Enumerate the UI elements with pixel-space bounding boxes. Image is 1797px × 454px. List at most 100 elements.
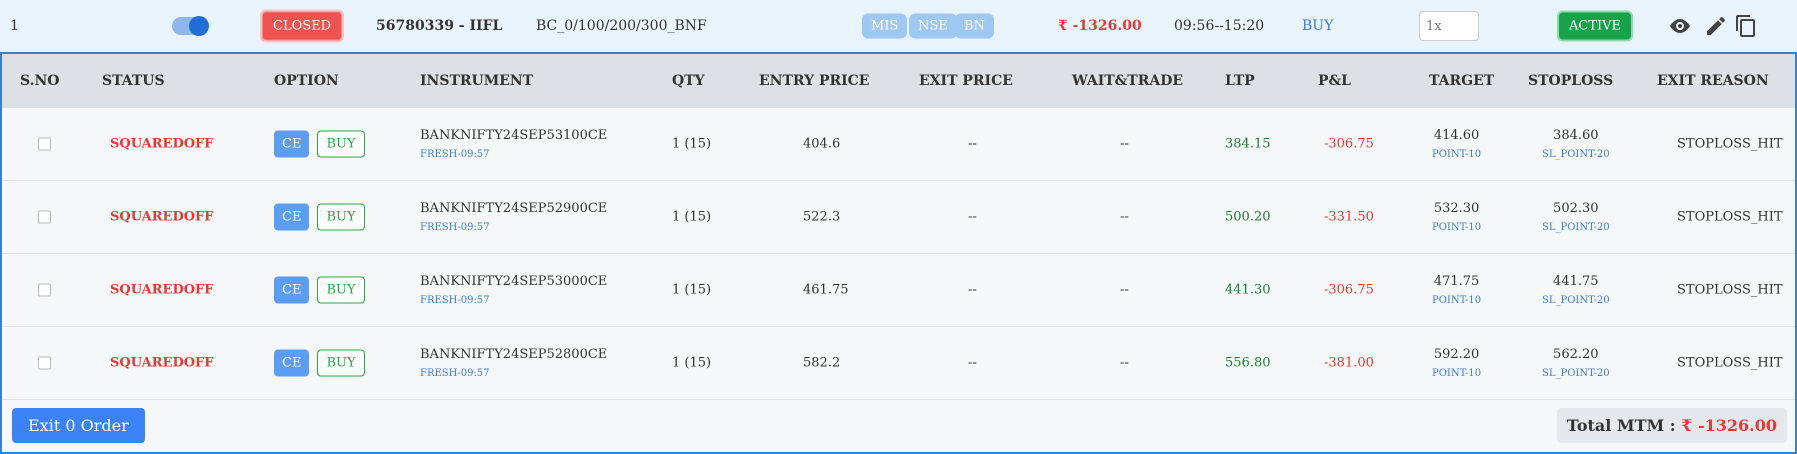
ce-button[interactable]: CE bbox=[274, 349, 310, 377]
header-option: OPTION bbox=[274, 73, 339, 89]
header-pnl: P&L bbox=[1318, 73, 1352, 89]
ltp-cell: 441.30 bbox=[1225, 282, 1271, 298]
tag-bn: BN bbox=[955, 13, 994, 39]
eye-icon[interactable] bbox=[1668, 14, 1692, 38]
status-badge: SQUAREDOFF bbox=[110, 282, 214, 298]
header-entry-price: ENTRY PRICE bbox=[759, 73, 870, 89]
instrument-cell: BANKNIFTY24SEP52900CE FRESH-09:57 bbox=[420, 201, 607, 233]
buy-button[interactable]: BUY bbox=[317, 203, 365, 231]
stoploss-value: 562.20 bbox=[1553, 347, 1599, 362]
time-range: 09:56--15:20 bbox=[1174, 18, 1265, 34]
strategy-name: BC_0/100/200/300_BNF bbox=[536, 18, 707, 34]
entry-price-cell: 461.75 bbox=[803, 282, 849, 298]
header-instrument: INSTRUMENT bbox=[420, 73, 534, 89]
copy-icon[interactable] bbox=[1734, 14, 1758, 38]
exit-reason-cell: STOPLOSS_HIT bbox=[1677, 355, 1783, 371]
edit-icon[interactable] bbox=[1704, 14, 1728, 38]
tag-mis: MIS bbox=[862, 13, 908, 39]
instrument-sub: FRESH-09:57 bbox=[420, 149, 490, 160]
entry-price-cell: 582.2 bbox=[803, 355, 841, 371]
qty-cell: 1 (15) bbox=[672, 136, 712, 152]
target-value: 414.60 bbox=[1433, 128, 1480, 143]
header-exit-reason: EXIT REASON bbox=[1657, 73, 1769, 89]
stoploss-sub: SL_POINT-20 bbox=[1542, 222, 1610, 233]
instrument-name: BANKNIFTY24SEP53000CE bbox=[420, 274, 608, 289]
row-checkbox[interactable] bbox=[38, 137, 51, 151]
buy-button[interactable]: BUY bbox=[317, 130, 365, 158]
row-checkbox[interactable] bbox=[38, 283, 51, 297]
pnl-cell: -331.50 bbox=[1324, 209, 1374, 225]
instrument-sub: FRESH-09:57 bbox=[420, 295, 490, 306]
header-target: TARGET bbox=[1429, 73, 1495, 89]
ce-button[interactable]: CE bbox=[274, 130, 310, 158]
account-label: 56780339 - IIFL bbox=[376, 18, 503, 34]
total-mtm-value: ₹ -1326.00 bbox=[1681, 416, 1777, 435]
qty-cell: 1 (15) bbox=[672, 355, 712, 371]
buy-button[interactable]: BUY bbox=[317, 276, 365, 304]
strategy-pnl: ₹ -1326.00 bbox=[1058, 18, 1142, 34]
target-cell: 592.20 POINT-10 bbox=[1432, 347, 1481, 379]
option-group: CE BUY bbox=[274, 203, 365, 231]
table-footer: Exit 0 Order Total MTM : ₹ -1326.00 bbox=[2, 400, 1795, 454]
header-stoploss: STOPLOSS bbox=[1528, 73, 1614, 89]
buy-button[interactable]: BUY bbox=[317, 349, 365, 377]
ce-button[interactable]: CE bbox=[274, 203, 310, 231]
wait-trade-cell: -- bbox=[1120, 282, 1129, 298]
target-value: 532.30 bbox=[1433, 201, 1480, 216]
exit-price-cell: -- bbox=[968, 209, 977, 225]
exit-price-cell: -- bbox=[968, 355, 977, 371]
wait-trade-cell: -- bbox=[1120, 136, 1129, 152]
table-row: SQUAREDOFF CE BUY BANKNIFTY24SEP53100CE … bbox=[2, 108, 1795, 181]
table-row: SQUAREDOFF CE BUY BANKNIFTY24SEP52900CE … bbox=[2, 181, 1795, 254]
entry-price-cell: 404.6 bbox=[803, 136, 841, 152]
total-mtm: Total MTM : ₹ -1326.00 bbox=[1556, 408, 1787, 443]
instrument-name: BANKNIFTY24SEP53100CE bbox=[420, 128, 608, 143]
total-mtm-label: Total MTM : bbox=[1566, 416, 1676, 435]
strategy-toggle[interactable] bbox=[172, 16, 209, 36]
stoploss-cell: 562.20 SL_POINT-20 bbox=[1542, 347, 1610, 379]
table-header: S.NO STATUS OPTION INSTRUMENT QTY ENTRY … bbox=[2, 54, 1795, 108]
row-checkbox[interactable] bbox=[38, 210, 51, 224]
target-sub: POINT-10 bbox=[1432, 149, 1482, 160]
exit-price-cell: -- bbox=[968, 136, 977, 152]
row-checkbox[interactable] bbox=[38, 356, 51, 370]
table-row: SQUAREDOFF CE BUY BANKNIFTY24SEP52800CE … bbox=[2, 327, 1795, 400]
header-wait-trade: WAIT&TRADE bbox=[1072, 73, 1184, 89]
active-button[interactable]: ACTIVE bbox=[1559, 12, 1632, 40]
instrument-name: BANKNIFTY24SEP52900CE bbox=[420, 201, 608, 216]
table-row: SQUAREDOFF CE BUY BANKNIFTY24SEP53000CE … bbox=[2, 254, 1795, 327]
exit-reason-cell: STOPLOSS_HIT bbox=[1677, 209, 1783, 225]
stoploss-sub: SL_POINT-20 bbox=[1542, 149, 1610, 160]
toggle-knob bbox=[189, 16, 209, 36]
option-group: CE BUY bbox=[274, 349, 365, 377]
multiplier-input[interactable] bbox=[1419, 11, 1479, 41]
wait-trade-cell: -- bbox=[1120, 355, 1129, 371]
target-sub: POINT-10 bbox=[1432, 222, 1482, 233]
wait-trade-cell: -- bbox=[1120, 209, 1129, 225]
ce-button[interactable]: CE bbox=[274, 276, 310, 304]
qty-cell: 1 (15) bbox=[672, 282, 712, 298]
option-group: CE BUY bbox=[274, 130, 365, 158]
exit-price-cell: -- bbox=[968, 282, 977, 298]
qty-cell: 1 (15) bbox=[672, 209, 712, 225]
entry-price-cell: 522.3 bbox=[803, 209, 841, 225]
instrument-sub: FRESH-09:57 bbox=[420, 222, 490, 233]
closed-button[interactable]: CLOSED bbox=[262, 11, 343, 41]
side-label: BUY bbox=[1302, 18, 1334, 34]
exit-reason-cell: STOPLOSS_HIT bbox=[1677, 136, 1783, 152]
exit-order-button[interactable]: Exit 0 Order bbox=[12, 408, 145, 443]
orders-table: S.NO STATUS OPTION INSTRUMENT QTY ENTRY … bbox=[0, 54, 1797, 454]
status-badge: SQUAREDOFF bbox=[110, 209, 214, 225]
status-badge: SQUAREDOFF bbox=[110, 136, 214, 152]
header-status: STATUS bbox=[102, 73, 165, 89]
instrument-name: BANKNIFTY24SEP52800CE bbox=[420, 347, 608, 362]
instrument-sub: FRESH-09:57 bbox=[420, 368, 490, 379]
target-sub: POINT-10 bbox=[1432, 368, 1482, 379]
strategy-row: 1 CLOSED 56780339 - IIFL BC_0/100/200/30… bbox=[0, 0, 1797, 54]
target-cell: 532.30 POINT-10 bbox=[1432, 201, 1481, 233]
target-value: 592.20 bbox=[1433, 347, 1480, 362]
header-ltp: LTP bbox=[1225, 73, 1255, 89]
stoploss-cell: 502.30 SL_POINT-20 bbox=[1542, 201, 1610, 233]
instrument-cell: BANKNIFTY24SEP53100CE FRESH-09:57 bbox=[420, 128, 607, 160]
target-value: 471.75 bbox=[1433, 274, 1480, 289]
